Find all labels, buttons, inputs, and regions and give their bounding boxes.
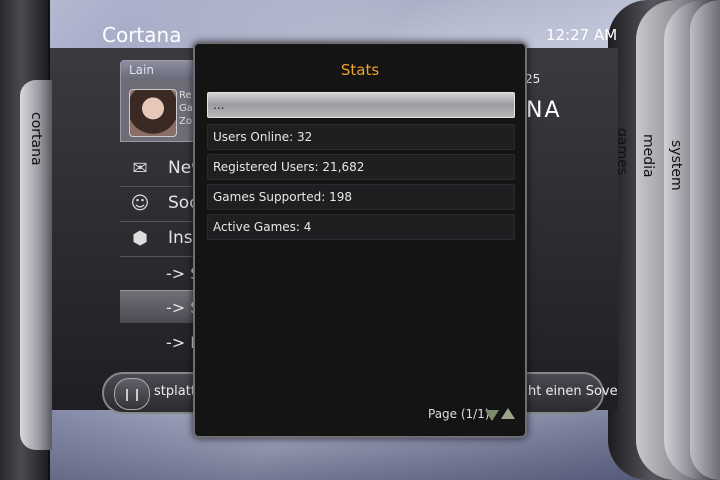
right-logo: NA [526, 98, 562, 123]
stat-row-active-games[interactable]: Active Games: 4 [207, 214, 515, 240]
stat-row-selected[interactable]: ... [207, 92, 515, 118]
user-icon: ☺ [130, 193, 150, 214]
pager: Page (1/1) [428, 407, 490, 421]
page-down-icon[interactable] [485, 410, 499, 421]
avatar [129, 89, 177, 137]
blade-cortana-label: cortana [28, 112, 44, 166]
profile-line: Re [179, 90, 192, 101]
blade-media-label: media [640, 134, 656, 178]
mail-icon: ✉ [132, 158, 148, 179]
stat-row-users-online[interactable]: Users Online: 32 [207, 124, 515, 150]
right-number: 25 [525, 72, 541, 86]
pause-icon[interactable]: ❙❙ [114, 378, 150, 410]
blade-edge [690, 0, 720, 480]
bottom-right-text: ht einen Sove [528, 384, 618, 399]
profile-card[interactable]: Lain Re Ga Zo [120, 60, 202, 142]
cube-icon: ⬢ [132, 228, 148, 249]
profile-details: Re Ga Zo [179, 89, 193, 128]
blade-system-label: system [668, 140, 684, 191]
page-up-icon[interactable] [501, 408, 515, 419]
profile-line: Ga [179, 103, 193, 114]
profile-line: Zo [179, 116, 192, 127]
stat-row-games-supported[interactable]: Games Supported: 198 [207, 184, 515, 210]
dialog-title: Stats [340, 61, 380, 79]
clock: 12:27 AM [546, 26, 618, 44]
profile-name: Lain [121, 61, 201, 79]
stat-row-registered-users[interactable]: Registered Users: 21,682 [207, 154, 515, 180]
page-title: Cortana [102, 23, 182, 47]
stats-dialog: Stats ... Users Online: 32 Registered Us… [193, 42, 527, 438]
